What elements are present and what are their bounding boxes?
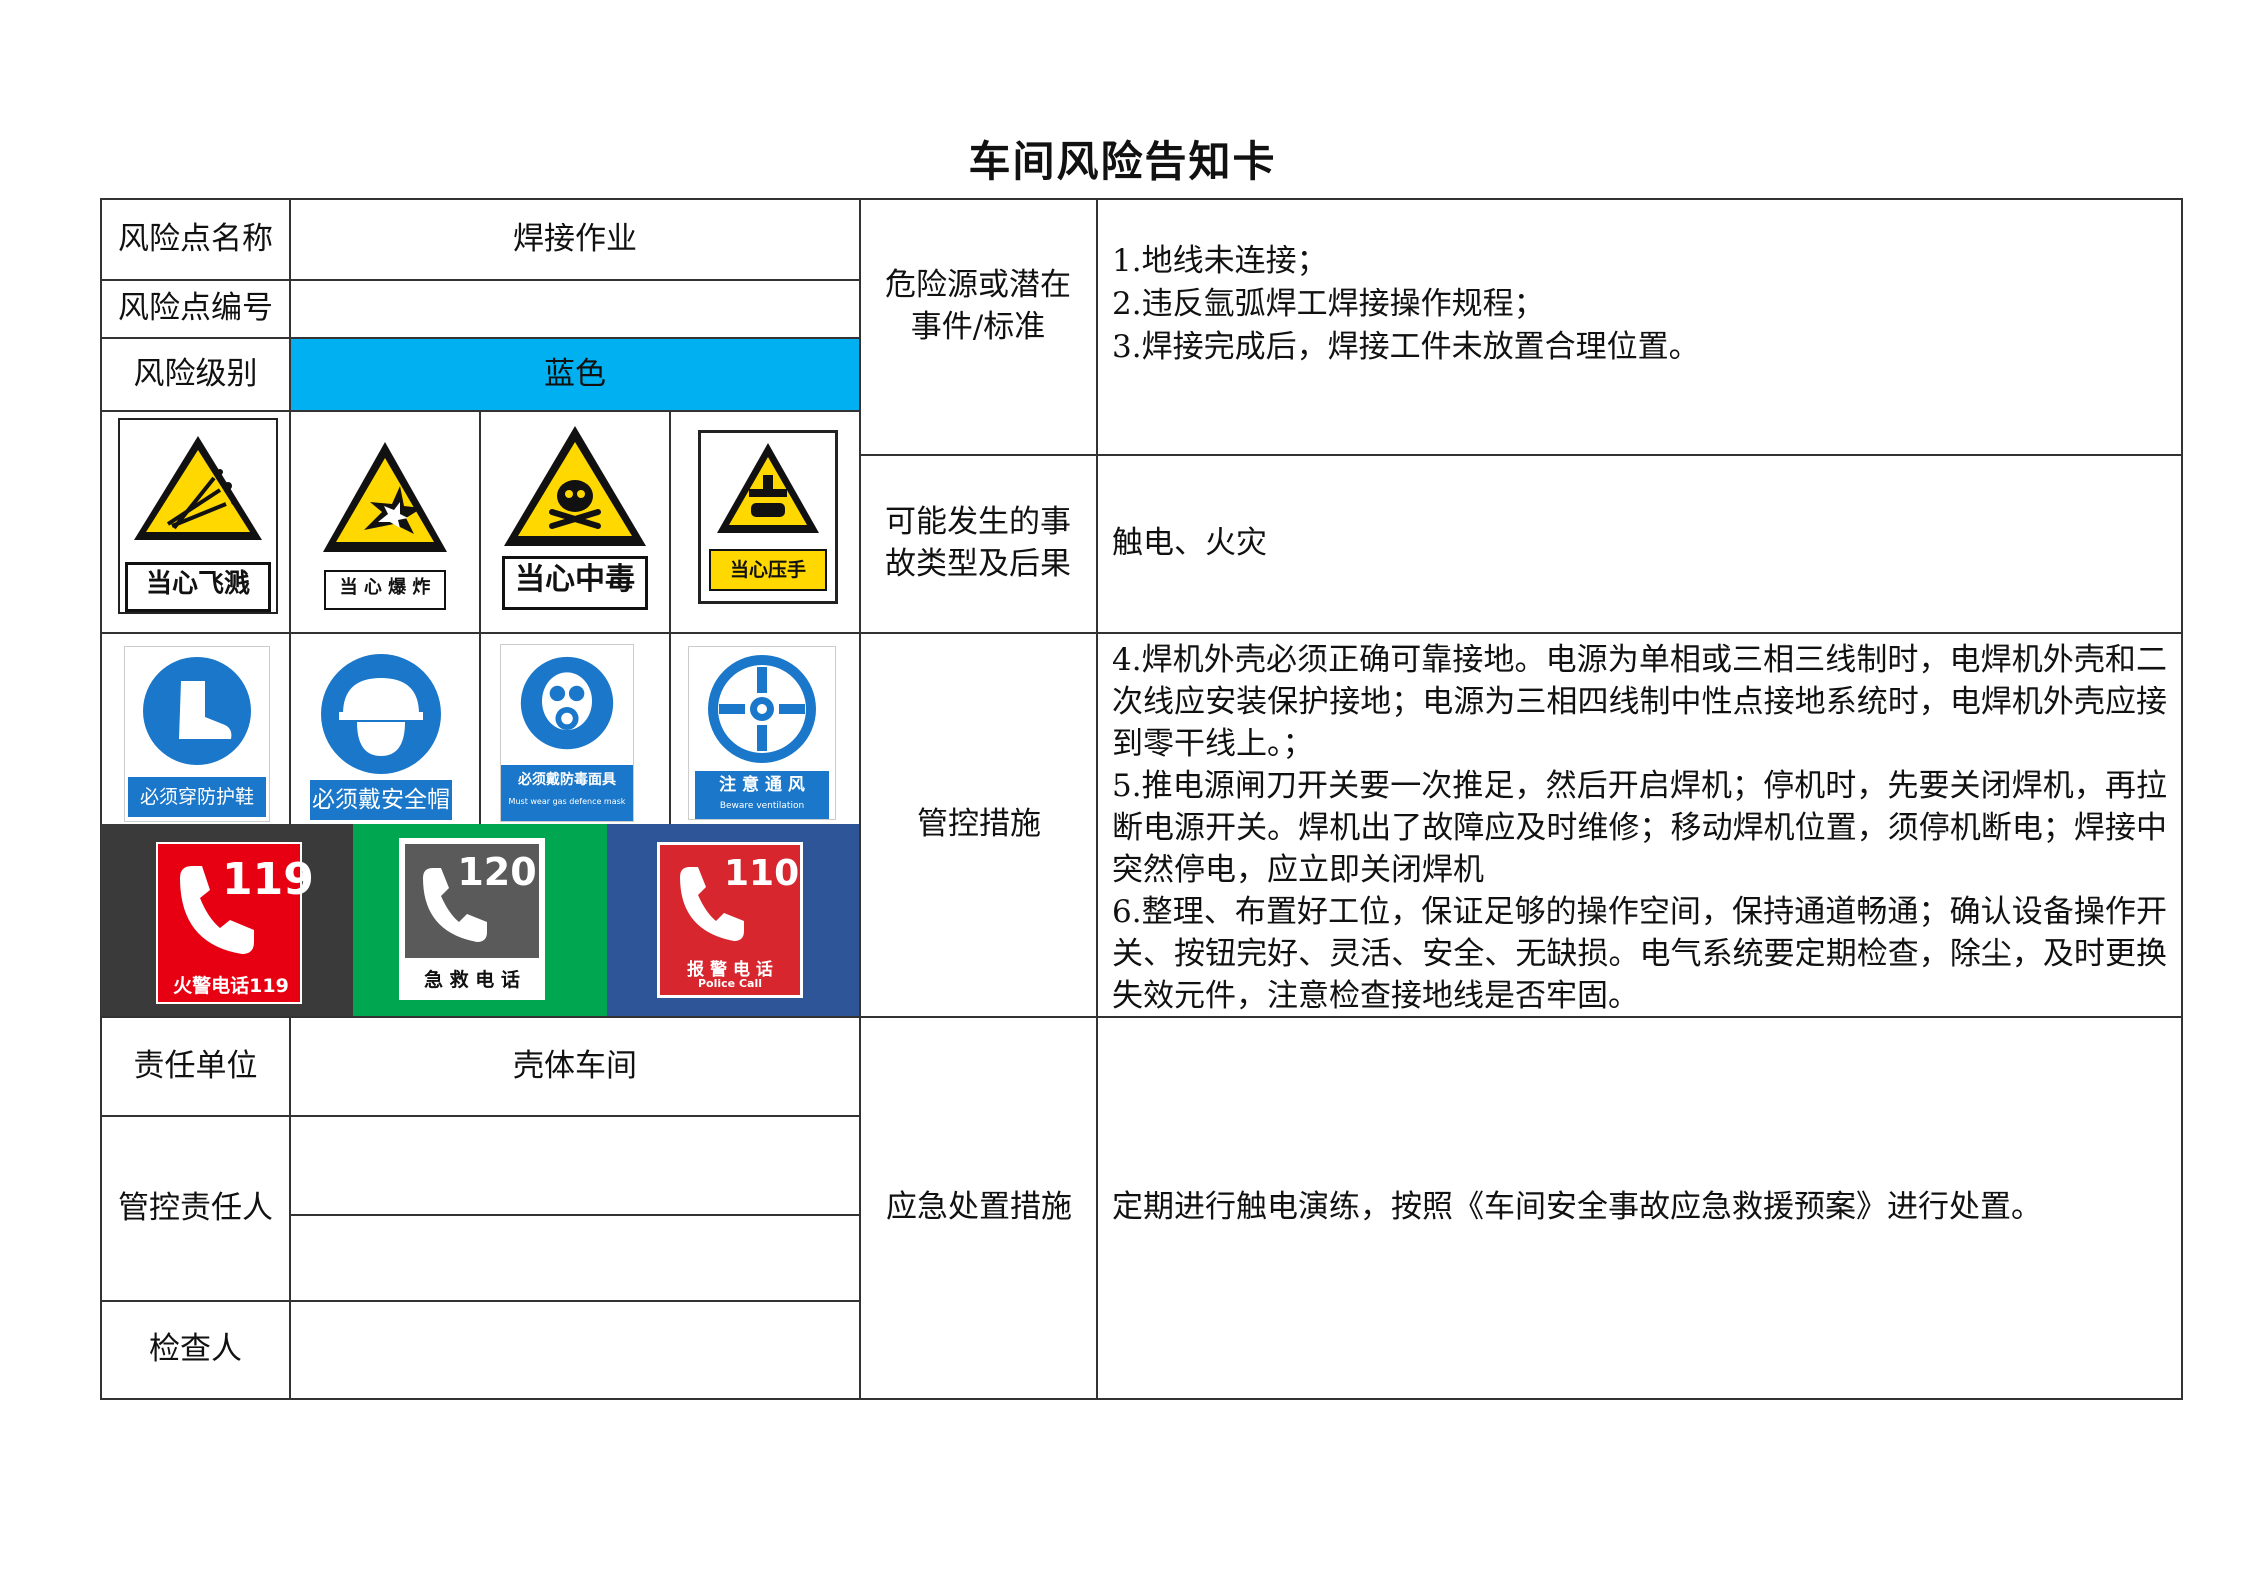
ventilation-fan-icon: [708, 655, 816, 763]
ventilation-sign: 注 意 通 风 Beware ventilation: [688, 646, 836, 820]
explosion-warning-sign: 当 心 爆 炸: [312, 432, 458, 614]
hazard-items-text: 1.地线未连接； 2.违反氩弧焊工焊接操作规程； 3.焊接完成后，焊接工件未放置…: [1112, 242, 1700, 365]
hazard-items: 1.地线未连接； 2.违反氩弧焊工焊接操作规程； 3.焊接完成后，焊接工件未放置…: [1098, 200, 2181, 454]
risk-level-value: 蓝色: [291, 339, 859, 410]
risk-name-value: 焊接作业: [513, 220, 637, 257]
splash-warning-sign: 当心飞溅: [118, 418, 278, 614]
mandatory-sign-subtext: Beware ventilation: [719, 801, 805, 811]
inspector-value: [291, 1302, 859, 1398]
risk-card-table: 风险点名称 焊接作业 风险点编号 风险级别 蓝色 当心飞溅 当 心 爆 炸 当心…: [0, 0, 2245, 1587]
control-person-value-1: [291, 1117, 859, 1214]
fire-phone-card: 119 火警电话119: [156, 842, 314, 1004]
warning-sign-label: 当心飞溅: [125, 562, 271, 612]
control-measures-text: 4.焊机外壳必须正确可靠接地。电源为单相或三相三线制时，电焊机外壳和二次线应安装…: [1112, 642, 2167, 1014]
ambulance-phone-inner: 120: [405, 844, 539, 958]
safety-boots-sign: 必须穿防护鞋: [124, 646, 270, 822]
mandatory-sign-subtext: Must wear gas defence mask: [508, 797, 626, 807]
safety-helmet-icon: [321, 654, 441, 774]
risk-name-label: 风险点名称: [118, 220, 273, 257]
phone-sign-label: 火警电话119: [173, 975, 289, 997]
emergency-label: 应急处置措施: [886, 1189, 1072, 1226]
warning-sign-label: 当心中毒: [502, 556, 648, 610]
risk-code-value: [291, 281, 859, 337]
crush-hand-warning-icon: [717, 443, 819, 533]
mandatory-sign-label: 必须戴防毒面具 Must wear gas defence mask: [501, 765, 633, 821]
warning-sign-label: 当 心 爆 炸: [324, 570, 446, 610]
emergency-value: 定期进行触电演练，按照《车间安全事故应急救援预案》进行处置。: [1112, 1189, 2042, 1226]
crush-hand-warning-sign: 当心压手: [698, 430, 838, 604]
safety-boots-icon: [143, 657, 251, 765]
phone-sign-label: 急 救 电 话: [424, 969, 520, 991]
risk-level-label: 风险级别: [133, 355, 258, 392]
phone-number: 119: [222, 854, 314, 905]
mandatory-sign-text: 必须戴防毒面具: [518, 772, 616, 789]
control-person-label: 管控责任人: [118, 1189, 273, 1226]
ambulance-phone-panel: 120 急 救 电 话: [353, 824, 607, 1016]
control-person-value-2: [291, 1216, 859, 1300]
police-phone-card: 110 报 警 电 话 Police Call: [657, 842, 803, 998]
responsible-unit-value: 壳体车间: [513, 1047, 637, 1084]
phone-sign-sublabel: Police Call: [697, 977, 762, 990]
police-phone-panel: 110 报 警 电 话 Police Call: [607, 824, 859, 1016]
mandatory-sign-label: 必须穿防护鞋: [128, 777, 266, 817]
inspector-label: 检查人: [149, 1331, 242, 1368]
mandatory-sign-label: 必须戴安全帽: [310, 780, 452, 820]
gas-mask-icon: [520, 656, 614, 750]
accident-value: 触电、火灾: [1112, 525, 1267, 562]
phone-number: 110: [724, 853, 800, 894]
responsible-unit-label: 责任单位: [133, 1047, 258, 1084]
fire-phone-panel: 119 火警电话119: [101, 824, 353, 1016]
risk-code-label: 风险点编号: [118, 290, 273, 327]
ambulance-phone-card: 120 急 救 电 话: [399, 838, 545, 1000]
accident-label: 可能发生的事故类型及后果: [885, 504, 1071, 582]
splash-warning-icon: [134, 436, 262, 540]
poison-warning-sign: 当心中毒: [500, 420, 650, 616]
gas-mask-sign: 必须戴防毒面具 Must wear gas defence mask: [500, 644, 634, 822]
poison-warning-icon: [504, 426, 646, 546]
phone-number: 120: [457, 850, 537, 894]
mandatory-sign-label: 注 意 通 风 Beware ventilation: [695, 771, 829, 819]
mandatory-sign-text: 注 意 通 风: [719, 775, 805, 795]
safety-helmet-sign: 必须戴安全帽: [306, 650, 456, 822]
control-measures: 4.焊机外壳必须正确可靠接地。电源为单相或三相三线制时，电焊机外壳和二次线应安装…: [1098, 634, 2181, 1016]
explosion-warning-icon: [323, 442, 447, 552]
warning-sign-label: 当心压手: [709, 549, 827, 591]
hazard-label: 危险源或潜在事件/标准: [885, 267, 1071, 345]
control-measures-label: 管控措施: [917, 806, 1041, 843]
